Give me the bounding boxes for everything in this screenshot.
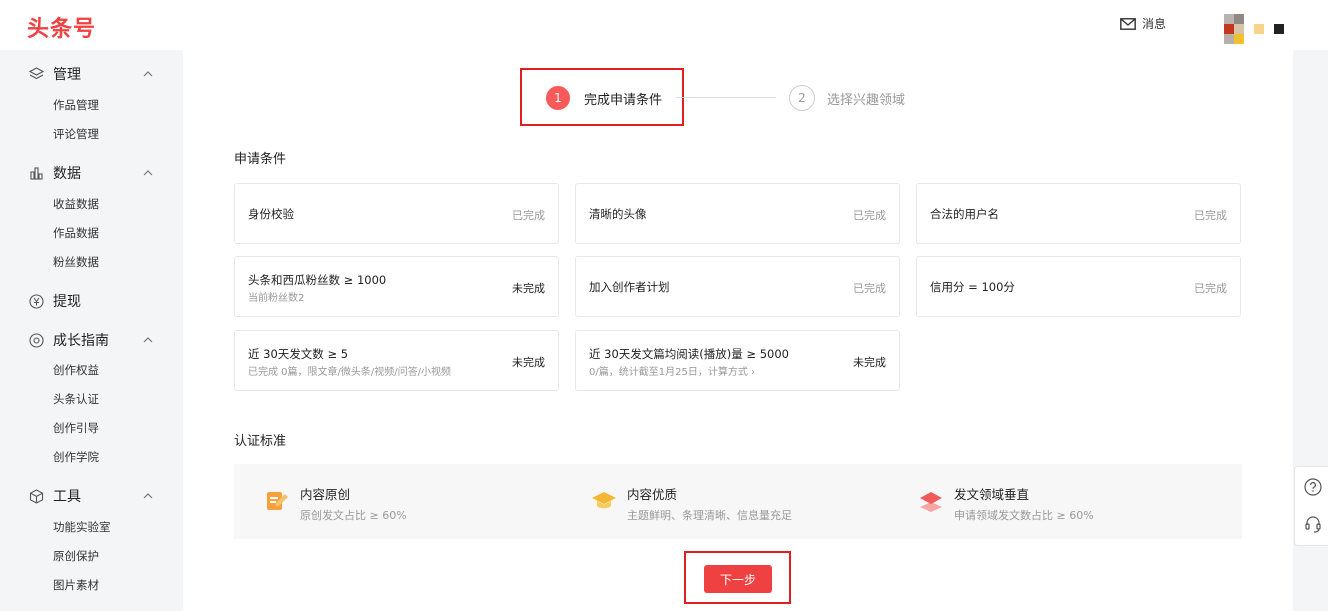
condition-card: 身份校验 已完成 (234, 183, 559, 244)
condition-title: 清晰的头像 (589, 207, 647, 221)
sidebar-group-growth[interactable]: 成长指南 (28, 329, 154, 351)
condition-title: 头条和西瓜粉丝数 ≥ 1000 (248, 273, 387, 287)
conditions-title: 申请条件 (234, 152, 287, 167)
step-1-number: 1 (546, 86, 570, 110)
floating-help-panel (1294, 466, 1328, 546)
condition-status: 已完成 (512, 209, 545, 222)
messages-label: 消息 (1142, 17, 1167, 31)
sidebar-group-label: 管理 (53, 67, 81, 83)
condition-card: 清晰的头像 已完成 (575, 183, 900, 244)
standard-desc: 申请领域发文数占比 ≥ 60% (954, 509, 1094, 522)
condition-card: 加入创作者计划 已完成 (575, 256, 900, 317)
sidebar-item-creator-academy[interactable]: 创作学院 (53, 449, 99, 465)
cube-icon (28, 488, 44, 504)
headset-icon[interactable] (1304, 515, 1322, 533)
calculation-method-link[interactable]: 0/篇，统计截至1月25日，计算方式 › (589, 363, 755, 378)
step-2-number: 2 (789, 85, 815, 111)
step-connector (676, 97, 776, 98)
sidebar-item-toutiao-verify[interactable]: 头条认证 (53, 391, 99, 407)
sidebar-group-tools[interactable]: 工具 (28, 485, 154, 507)
condition-card: 合法的用户名 已完成 (916, 183, 1241, 244)
stack-icon (920, 492, 942, 512)
condition-title: 加入创作者计划 (589, 280, 670, 294)
layers-icon (28, 66, 44, 82)
edit-icon (267, 492, 288, 510)
condition-status: 已完成 (853, 209, 886, 222)
sidebar-item-fans-data[interactable]: 粉丝数据 (53, 254, 99, 270)
step-2-label: 选择兴趣领域 (827, 93, 906, 108)
condition-title: 近 30天发文篇均阅读(播放)量 ≥ 5000 (589, 347, 789, 361)
growth-icon (28, 332, 44, 348)
messages-link[interactable]: 消息 (1120, 15, 1166, 32)
color-swatch (1254, 24, 1264, 34)
condition-card: 信用分 = 100分 已完成 (916, 256, 1241, 317)
sidebar-group-label: 提现 (53, 294, 81, 310)
standards-panel: 内容原创 原创发文占比 ≥ 60% 内容优质 主题鲜明、条理清晰、信息量充足 发… (234, 464, 1242, 539)
standards-title: 认证标准 (234, 434, 287, 449)
bar-chart-icon (28, 165, 44, 181)
sidebar-item-works-data[interactable]: 作品数据 (53, 225, 99, 241)
standard-item: 内容优质 主题鲜明、条理清晰、信息量充足 (591, 484, 792, 523)
condition-title: 身份校验 (248, 207, 294, 221)
sidebar-item-original-protection[interactable]: 原创保护 (53, 548, 99, 564)
color-swatch (1274, 24, 1284, 34)
standard-item: 发文领域垂直 申请领域发文数占比 ≥ 60% (918, 484, 1094, 523)
condition-title: 信用分 = 100分 (930, 280, 1015, 294)
condition-card: 近 30天发文篇均阅读(播放)量 ≥ 5000 0/篇，统计截至1月25日，计算… (575, 330, 900, 391)
help-icon[interactable] (1304, 478, 1322, 496)
sidebar-item-creation-guide[interactable]: 创作引导 (53, 420, 99, 436)
sidebar-group-label: 成长指南 (53, 333, 109, 349)
standard-title: 内容原创 (300, 487, 351, 502)
step-1-label: 完成申请条件 (584, 93, 663, 108)
chevron-up-icon (143, 337, 153, 343)
avatar[interactable] (1224, 14, 1244, 44)
condition-title: 近 30天发文数 ≥ 5 (248, 347, 349, 361)
graduation-cap-icon (592, 492, 616, 509)
condition-card: 头条和西瓜粉丝数 ≥ 1000 当前粉丝数2 未完成 (234, 256, 559, 317)
sidebar-group-label: 工具 (53, 489, 81, 505)
condition-subtext: 当前粉丝数2 (248, 293, 305, 304)
condition-title: 合法的用户名 (930, 207, 999, 221)
standard-desc: 主题鲜明、条理清晰、信息量充足 (627, 509, 792, 522)
yen-icon (28, 293, 44, 309)
condition-status: 未完成 (512, 282, 545, 295)
sidebar-item-feature-lab[interactable]: 功能实验室 (53, 519, 111, 535)
sidebar-item-income-data[interactable]: 收益数据 (53, 196, 99, 212)
logo[interactable]: 头条号 (27, 11, 96, 43)
condition-status: 未完成 (853, 356, 886, 369)
sidebar-group-data[interactable]: 数据 (28, 162, 154, 184)
sidebar-item-image-assets[interactable]: 图片素材 (53, 577, 99, 593)
standard-desc: 原创发文占比 ≥ 60% (300, 509, 407, 522)
condition-subtext: 已完成 0篇，限文章/微头条/视频/问答/小视频 (248, 367, 452, 378)
top-bar: 头条号 消息 (0, 0, 1328, 50)
standard-item: 内容原创 原创发文占比 ≥ 60% (264, 484, 407, 523)
condition-card: 近 30天发文数 ≥ 5 已完成 0篇，限文章/微头条/视频/问答/小视频 未完… (234, 330, 559, 391)
sidebar: 管理 作品管理 评论管理 数据 收益数据 作品数据 粉丝数据 提现 成长指南 创… (0, 50, 183, 611)
chevron-up-icon (143, 493, 153, 499)
condition-status: 已完成 (853, 282, 886, 295)
sidebar-item-works-manage[interactable]: 作品管理 (53, 97, 99, 113)
sidebar-group-manage[interactable]: 管理 (28, 63, 154, 85)
standard-title: 内容优质 (627, 487, 678, 502)
condition-status: 已完成 (1194, 209, 1227, 222)
sidebar-group-label: 数据 (53, 166, 81, 182)
condition-status: 未完成 (512, 356, 545, 369)
mail-icon (1120, 17, 1136, 30)
standard-title: 发文领域垂直 (954, 487, 1030, 502)
chevron-up-icon (143, 170, 153, 176)
next-step-button[interactable]: 下一步 (704, 565, 772, 593)
sidebar-item-creator-rights[interactable]: 创作权益 (53, 362, 99, 378)
condition-status: 已完成 (1194, 282, 1227, 295)
sidebar-item-comments-manage[interactable]: 评论管理 (53, 126, 99, 142)
chevron-up-icon (143, 71, 153, 77)
sidebar-group-withdraw[interactable]: 提现 (28, 290, 154, 312)
